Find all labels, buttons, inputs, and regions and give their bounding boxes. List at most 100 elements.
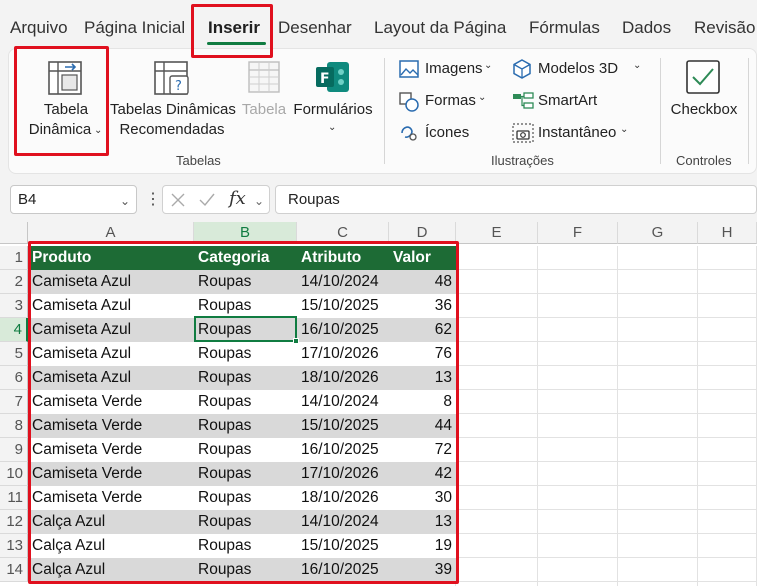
tab-inserir[interactable]: Inserir — [208, 18, 260, 38]
table-cell[interactable]: 17/10/2026 — [297, 342, 389, 366]
tab-pagina-inicial[interactable]: Página Inicial — [84, 18, 185, 38]
group-separator — [384, 58, 385, 164]
table-cell[interactable]: Roupas — [194, 534, 297, 558]
fill-handle[interactable] — [293, 338, 299, 344]
table-cell[interactable]: Camiseta Azul — [28, 318, 194, 342]
table-cell[interactable]: 14/10/2024 — [297, 510, 389, 534]
chevron-down-icon[interactable]: ⌄ — [254, 194, 264, 208]
column-header-h[interactable]: H — [698, 222, 757, 244]
table-cell[interactable]: 62 — [389, 318, 456, 342]
row-header-1[interactable]: 1 — [0, 246, 28, 270]
formula-input[interactable]: Roupas — [275, 185, 757, 214]
table-cell[interactable]: Roupas — [194, 414, 297, 438]
table-cell[interactable]: Roupas — [194, 294, 297, 318]
table-header-cell[interactable]: Atributo — [297, 246, 389, 270]
gridline — [456, 461, 757, 462]
table-cell[interactable]: 36 — [389, 294, 456, 318]
chevron-down-icon[interactable]: ⌄ — [120, 194, 130, 208]
table-cell[interactable]: Roupas — [194, 462, 297, 486]
row-header-9[interactable]: 9 — [0, 438, 28, 462]
column-header-e[interactable]: E — [456, 222, 538, 244]
table-cell[interactable]: 14/10/2024 — [297, 270, 389, 294]
table-cell[interactable]: Roupas — [194, 486, 297, 510]
table-cell[interactable]: Roupas — [194, 366, 297, 390]
table-cell[interactable]: 13 — [389, 366, 456, 390]
table-cell[interactable]: 16/10/2025 — [297, 558, 389, 582]
tab-desenhar[interactable]: Desenhar — [278, 18, 352, 38]
table-header-cell[interactable]: Categoria — [194, 246, 297, 270]
table-cell[interactable]: 15/10/2025 — [297, 294, 389, 318]
table-cell[interactable]: 19 — [389, 534, 456, 558]
table-cell[interactable]: 42 — [389, 462, 456, 486]
more-options-icon[interactable]: ⋮ — [145, 189, 161, 209]
table-cell[interactable]: 48 — [389, 270, 456, 294]
gridline — [697, 246, 698, 586]
table-cell[interactable]: 39 — [389, 558, 456, 582]
column-header-d[interactable]: D — [389, 222, 456, 244]
table-cell[interactable]: 8 — [389, 390, 456, 414]
table-cell[interactable]: Roupas — [194, 270, 297, 294]
tab-formulas[interactable]: Fórmulas — [529, 18, 600, 38]
table-cell[interactable]: 15/10/2025 — [297, 534, 389, 558]
table-cell[interactable]: Roupas — [194, 342, 297, 366]
row-header-12[interactable]: 12 — [0, 510, 28, 534]
table-cell[interactable]: Camiseta Verde — [28, 390, 194, 414]
table-cell[interactable]: 18/10/2026 — [297, 486, 389, 510]
tab-dados[interactable]: Dados — [622, 18, 671, 38]
row-header-14[interactable]: 14 — [0, 558, 28, 582]
table-cell[interactable]: 18/10/2026 — [297, 366, 389, 390]
column-header-f[interactable]: F — [538, 222, 618, 244]
row-header-4[interactable]: 4 — [0, 318, 28, 342]
column-header-g[interactable]: G — [618, 222, 698, 244]
table-cell[interactable]: Camiseta Verde — [28, 462, 194, 486]
table-header-cell[interactable]: Produto — [28, 246, 194, 270]
table-cell[interactable]: 15/10/2025 — [297, 414, 389, 438]
group-label-controles: Controles — [676, 153, 732, 168]
row-header-10[interactable]: 10 — [0, 462, 28, 486]
select-all-corner[interactable] — [0, 222, 28, 244]
table-cell[interactable]: 44 — [389, 414, 456, 438]
table-cell[interactable]: 14/10/2024 — [297, 390, 389, 414]
table-cell[interactable]: Calça Azul — [28, 510, 194, 534]
row-header-8[interactable]: 8 — [0, 414, 28, 438]
table-cell[interactable]: Roupas — [194, 390, 297, 414]
row-header-13[interactable]: 13 — [0, 534, 28, 558]
table-cell[interactable]: Calça Azul — [28, 534, 194, 558]
table-cell[interactable]: 17/10/2026 — [297, 462, 389, 486]
table-header-cell[interactable]: Valor — [389, 246, 456, 270]
enter-icon[interactable] — [199, 193, 215, 207]
row-header-5[interactable]: 5 — [0, 342, 28, 366]
column-header-b[interactable]: B — [194, 222, 297, 244]
row-header-2[interactable]: 2 — [0, 270, 28, 294]
table-cell[interactable]: Camiseta Verde — [28, 414, 194, 438]
row-header-7[interactable]: 7 — [0, 390, 28, 414]
table-cell[interactable]: Camiseta Azul — [28, 342, 194, 366]
table-cell[interactable]: 76 — [389, 342, 456, 366]
tab-arquivo[interactable]: Arquivo — [10, 18, 68, 38]
column-header-a[interactable]: A — [28, 222, 194, 244]
table-cell[interactable]: 13 — [389, 510, 456, 534]
cancel-icon[interactable] — [171, 193, 185, 207]
table-cell[interactable]: Camiseta Azul — [28, 270, 194, 294]
table-cell[interactable]: 72 — [389, 438, 456, 462]
table-cell[interactable]: Camiseta Verde — [28, 486, 194, 510]
table-cell[interactable]: Camiseta Azul — [28, 366, 194, 390]
table-cell[interactable]: Roupas — [194, 558, 297, 582]
row-header-6[interactable]: 6 — [0, 366, 28, 390]
row-header-3[interactable]: 3 — [0, 294, 28, 318]
tab-layout-da-pagina[interactable]: Layout da Página — [374, 18, 506, 38]
tab-revisao[interactable]: Revisão — [694, 18, 755, 38]
table-cell[interactable]: Camiseta Verde — [28, 438, 194, 462]
insert-function-icon[interactable]: fx — [229, 188, 246, 209]
table-cell[interactable]: 16/10/2025 — [297, 438, 389, 462]
name-box[interactable]: B4 ⌄ — [10, 185, 137, 214]
column-header-c[interactable]: C — [297, 222, 389, 244]
table-cell[interactable]: Roupas — [194, 438, 297, 462]
row-header-11[interactable]: 11 — [0, 486, 28, 510]
table-cell[interactable]: Calça Azul — [28, 558, 194, 582]
table-cell[interactable]: Roupas — [194, 510, 297, 534]
table-cell[interactable]: 30 — [389, 486, 456, 510]
table-cell[interactable]: Camiseta Azul — [28, 294, 194, 318]
table-cell[interactable]: 16/10/2025 — [297, 318, 389, 342]
formula-controls: fx ⌄ — [162, 185, 270, 214]
